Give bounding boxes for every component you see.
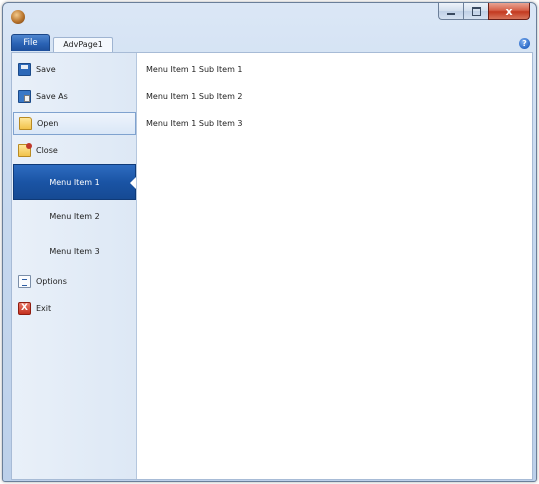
application-window: x File AdvPage1 ? Save Save As Open Clos <box>2 2 537 482</box>
window-controls: x <box>438 3 530 21</box>
menu-item-1[interactable]: Menu Item 1 <box>13 164 136 200</box>
close-window-button[interactable]: x <box>488 3 530 20</box>
save-as-icon <box>18 90 31 103</box>
sub-item-3[interactable]: Menu Item 1 Sub Item 3 <box>146 119 243 128</box>
maximize-button[interactable] <box>463 3 488 20</box>
tab-advpage1[interactable]: AdvPage1 <box>53 37 113 52</box>
menu-item-3[interactable]: Menu Item 3 <box>13 234 136 270</box>
sub-item-1[interactable]: Menu Item 1 Sub Item 1 <box>146 65 243 74</box>
close-folder-icon <box>18 143 32 157</box>
title-bar[interactable]: x <box>3 3 536 33</box>
menu-item-2[interactable]: Menu Item 2 <box>13 199 136 235</box>
exit-icon: X <box>18 302 31 315</box>
options-icon <box>18 275 31 288</box>
minimize-button[interactable] <box>438 3 463 20</box>
save-icon <box>18 63 31 76</box>
save-button[interactable]: Save <box>13 58 136 81</box>
close-label: Close <box>36 146 58 155</box>
open-label: Open <box>37 119 59 128</box>
backstage-sidebar: Save Save As Open Close Menu Item 1 Menu… <box>12 53 137 479</box>
exit-label: Exit <box>36 304 52 313</box>
close-button[interactable]: Close <box>13 139 136 162</box>
backstage-view: Save Save As Open Close Menu Item 1 Menu… <box>11 52 533 480</box>
open-folder-icon <box>19 117 32 130</box>
app-globe-icon[interactable] <box>11 10 25 24</box>
save-as-label: Save As <box>36 92 68 101</box>
exit-button[interactable]: X Exit <box>13 297 136 320</box>
minimize-icon <box>447 13 455 15</box>
close-icon: x <box>505 4 513 18</box>
backstage-content-panel: Menu Item 1 Sub Item 1 Menu Item 1 Sub I… <box>137 53 532 479</box>
maximize-icon <box>471 6 481 16</box>
ribbon-tab-row: File AdvPage1 ? <box>3 33 536 52</box>
sub-item-2[interactable]: Menu Item 1 Sub Item 2 <box>146 92 243 101</box>
file-tab[interactable]: File <box>11 34 50 51</box>
help-icon[interactable]: ? <box>519 38 530 49</box>
save-as-button[interactable]: Save As <box>13 85 136 108</box>
options-button[interactable]: Options <box>13 270 136 293</box>
save-label: Save <box>36 65 56 74</box>
options-label: Options <box>36 277 67 286</box>
open-button[interactable]: Open <box>13 112 136 135</box>
